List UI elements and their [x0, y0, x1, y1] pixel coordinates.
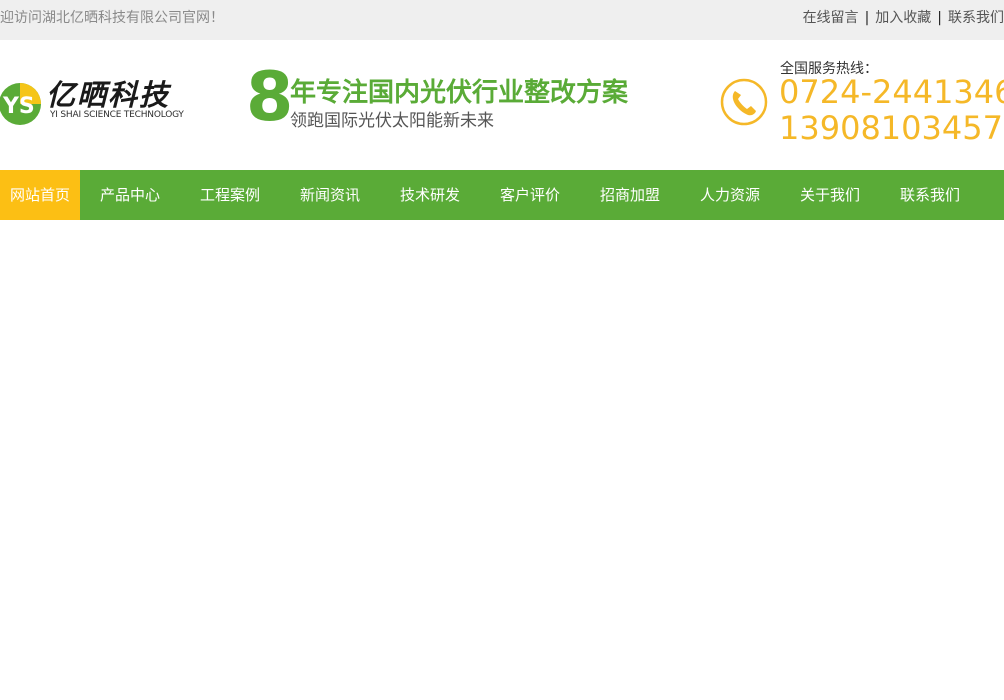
- nav-item-projects[interactable]: 工程案例: [180, 170, 280, 220]
- slogan-headline: 年专注国内光伏行业整改方案: [290, 78, 629, 108]
- hotline-phone-landline: 0724-2441346: [779, 73, 1004, 111]
- add-favorite-link[interactable]: 加入收藏: [875, 10, 931, 26]
- yishai-logo-icon: YS: [0, 83, 41, 125]
- contact-us-link[interactable]: 联系我们: [948, 10, 1004, 26]
- link-separator: |: [864, 10, 870, 26]
- site-header: YS 亿晒科技 YI SHAI SCIENCE TECHNOLOGY 8 年专注…: [0, 40, 1004, 170]
- site-logo[interactable]: YS 亿晒科技 YI SHAI SCIENCE TECHNOLOGY: [0, 68, 190, 132]
- nav-item-about[interactable]: 关于我们: [780, 170, 880, 220]
- nav-item-hr[interactable]: 人力资源: [680, 170, 780, 220]
- welcome-text: 欢迎访问湖北亿晒科技有限公司官网！: [0, 10, 224, 26]
- top-links: 在线留言 | 加入收藏 | 联系我们: [803, 7, 1004, 27]
- online-message-link[interactable]: 在线留言: [803, 10, 859, 26]
- logo-chinese-name: 亿晒科技: [46, 78, 171, 112]
- top-bar: 欢迎访问湖北亿晒科技有限公司官网！ 在线留言 | 加入收藏 | 联系我们: [0, 0, 1004, 40]
- phone-icon: [720, 78, 768, 126]
- nav-item-research[interactable]: 技术研发: [380, 170, 480, 220]
- svg-text:YS: YS: [2, 94, 35, 119]
- nav-item-reviews[interactable]: 客户评价: [480, 170, 580, 220]
- hotline-phone-mobile: 13908103457: [779, 109, 1003, 147]
- slogan-years-number: 8: [246, 58, 294, 137]
- nav-item-contact[interactable]: 联系我们: [880, 170, 980, 220]
- nav-item-franchise[interactable]: 招商加盟: [580, 170, 680, 220]
- nav-item-products[interactable]: 产品中心: [80, 170, 180, 220]
- nav-item-home[interactable]: 网站首页: [0, 170, 80, 220]
- nav-item-news[interactable]: 新闻资讯: [280, 170, 380, 220]
- logo-english-name: YI SHAI SCIENCE TECHNOLOGY: [50, 110, 184, 120]
- slogan-subline: 领跑国际光伏太阳能新未来: [290, 111, 494, 131]
- main-nav: 网站首页 产品中心 工程案例 新闻资讯 技术研发 客户评价 招商加盟 人力资源 …: [0, 170, 1004, 220]
- link-separator: |: [937, 10, 942, 26]
